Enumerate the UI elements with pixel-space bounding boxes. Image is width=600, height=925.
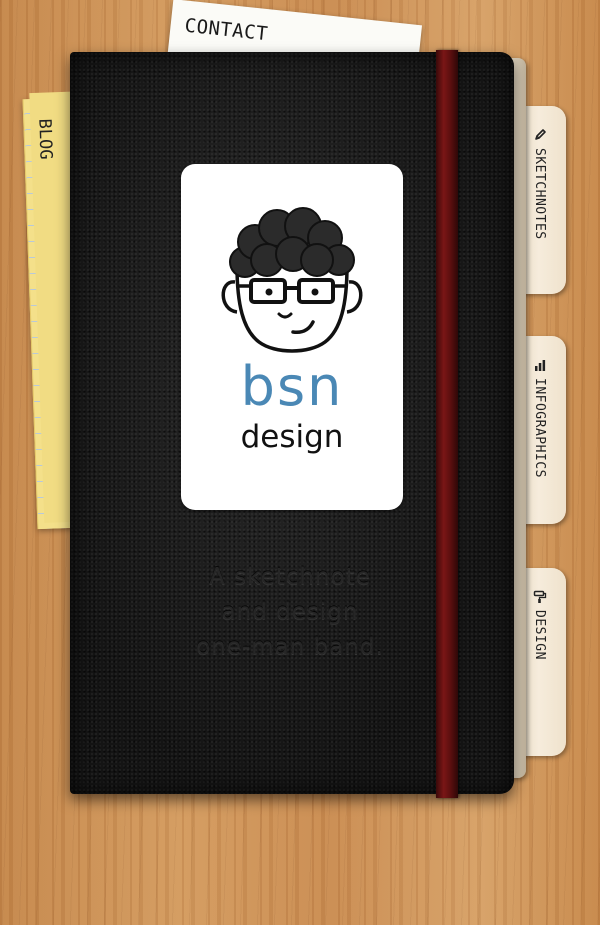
tab-design-label: DESIGN — [532, 610, 547, 660]
tab-infographics-label: INFOGRAPHICS — [532, 378, 547, 478]
tagline: A sketchnote and design one-man band. — [130, 560, 450, 665]
tagline-line-3: one-man band. — [196, 634, 384, 660]
logo-card[interactable]: bsn design — [181, 164, 403, 510]
logo-design-text: design — [240, 419, 344, 455]
tab-infographics[interactable]: INFOGRAPHICS — [520, 336, 566, 524]
tab-design[interactable]: DESIGN — [520, 568, 566, 756]
elastic-band — [436, 50, 458, 798]
tagline-line-1: A sketchnote — [209, 564, 371, 590]
paint-roller-icon — [533, 590, 546, 603]
logo-bsn-text: bsn — [240, 355, 344, 418]
contact-label: CONTACT — [183, 14, 269, 46]
avatar — [221, 207, 363, 353]
tab-sketchnotes-label: SKETCHNOTES — [532, 148, 547, 240]
pencil-icon — [534, 129, 546, 140]
bar-chart-icon — [534, 360, 545, 371]
tab-sketchnotes[interactable]: SKETCHNOTES — [520, 106, 566, 294]
tagline-line-2: and design — [221, 599, 359, 625]
blog-label: BLOG — [34, 118, 56, 160]
